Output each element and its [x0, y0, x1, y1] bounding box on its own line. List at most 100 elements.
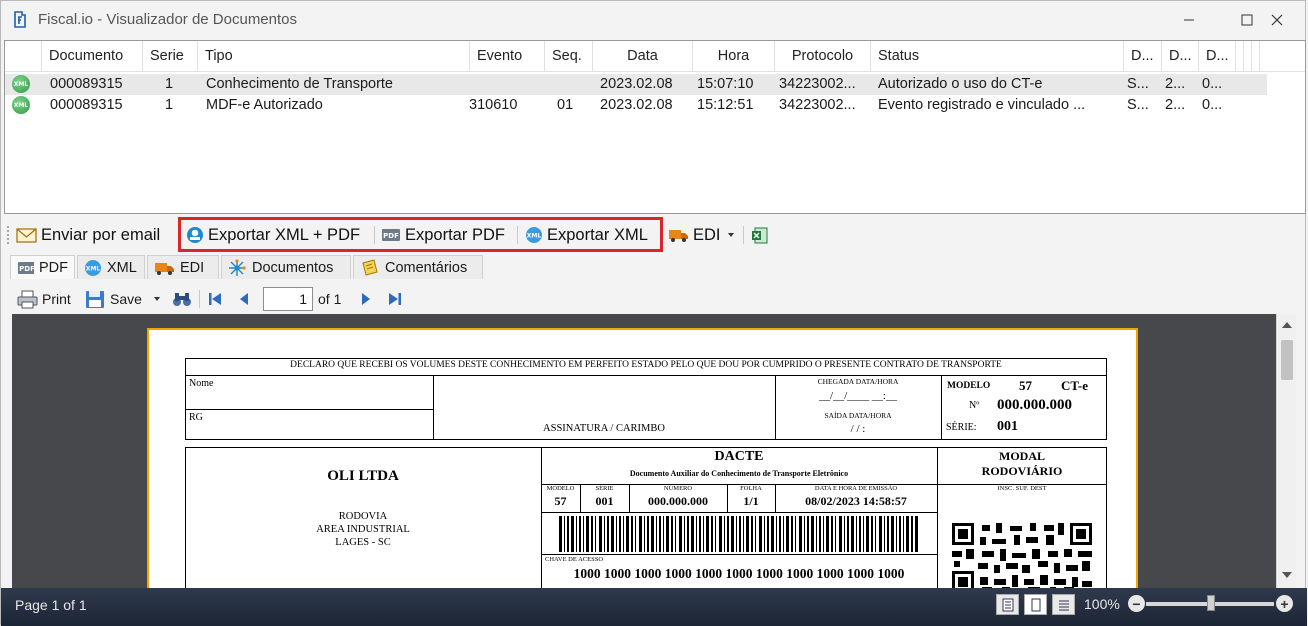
- print-label: Print: [42, 291, 71, 307]
- column-header-icon: [5, 41, 42, 72]
- previous-page-button[interactable]: [237, 289, 251, 309]
- column-header-data[interactable]: Data: [593, 41, 693, 72]
- cell-d3: 0...: [1202, 76, 1223, 92]
- insc-suf-label: INSC. SUF. DEST: [997, 485, 1047, 492]
- excel-export-button[interactable]: [751, 222, 768, 248]
- field-numero-value: 000.000.000: [648, 494, 708, 508]
- previous-page-icon: [240, 293, 248, 305]
- documents-grid[interactable]: Documento Serie Tipo Evento Seq. Data Ho…: [4, 40, 1306, 214]
- save-dropdown-button[interactable]: [152, 289, 162, 309]
- tab-documentos[interactable]: Documentos: [221, 255, 351, 279]
- scroll-up-icon[interactable]: [1281, 320, 1293, 330]
- zoom-out-button[interactable]: −: [1128, 595, 1145, 612]
- column-header-d2[interactable]: D...: [1162, 41, 1199, 72]
- grid-header: Documento Serie Tipo Evento Seq. Data Ho…: [5, 41, 1305, 72]
- scrollbar-thumb[interactable]: [1281, 340, 1293, 380]
- multi-page-icon: [1058, 600, 1069, 610]
- company-address-2: AREA INDUSTRIAL: [316, 524, 410, 535]
- column-header-tipo[interactable]: Tipo: [198, 41, 470, 72]
- cell-documento: 000089315: [50, 97, 123, 113]
- rule: [541, 554, 937, 555]
- last-page-icon: [389, 293, 401, 305]
- column-header-protocolo[interactable]: Protocolo: [775, 41, 871, 72]
- zoom-level: 100%: [1084, 596, 1120, 612]
- column-header-d1[interactable]: D...: [1124, 41, 1162, 72]
- continuous-view-button[interactable]: [1024, 594, 1047, 615]
- tab-xml[interactable]: XML XML: [77, 255, 145, 279]
- chegada-blank: __/__/____ __:__: [819, 390, 897, 402]
- edi-dropdown-button[interactable]: EDI: [668, 222, 737, 248]
- save-button[interactable]: Save: [85, 289, 142, 309]
- first-page-button[interactable]: [207, 289, 223, 309]
- xml-icon: XML: [12, 96, 30, 114]
- multi-page-view-button[interactable]: [1052, 594, 1075, 615]
- numero-value: 000.000.000: [997, 397, 1072, 413]
- rule: [941, 375, 942, 440]
- cell-seq: 01: [557, 97, 574, 113]
- send-email-label: Enviar por email: [41, 225, 161, 244]
- column-header-status[interactable]: Status: [871, 41, 1124, 72]
- find-button[interactable]: [172, 289, 192, 309]
- print-button[interactable]: Print: [17, 289, 71, 309]
- next-page-button[interactable]: [359, 289, 373, 309]
- printer-icon: [17, 290, 38, 308]
- tab-pdf[interactable]: PDF PDF: [10, 255, 75, 279]
- column-header-serie[interactable]: Serie: [143, 41, 198, 72]
- last-page-button[interactable]: [387, 289, 403, 309]
- column-header-extra: [1252, 41, 1260, 72]
- tab-edi-label: EDI: [180, 259, 205, 276]
- caret-down-icon: [154, 297, 160, 301]
- pdf-page: DECLARO QUE RECEBI OS VOLUMES DESTE CONH…: [147, 328, 1138, 590]
- cell-serie: 1: [165, 97, 174, 113]
- modal-label: MODAL: [999, 449, 1045, 463]
- dacte-title: DACTE: [714, 449, 764, 464]
- column-header-extra: [1236, 41, 1244, 72]
- rg-label: RG: [189, 412, 203, 423]
- viewer-vertical-scrollbar[interactable]: [1276, 314, 1296, 588]
- highlight-box: [178, 217, 663, 252]
- column-header-hora[interactable]: Hora: [693, 41, 775, 72]
- rule: [185, 409, 433, 410]
- page-view-icon: [1031, 598, 1040, 611]
- page-status: Page 1 of 1: [15, 597, 87, 613]
- zoom-slider-handle[interactable]: [1207, 595, 1215, 611]
- page-number-input[interactable]: 1: [263, 287, 313, 311]
- scroll-down-icon[interactable]: [1281, 570, 1293, 580]
- column-header-d3[interactable]: D...: [1199, 41, 1236, 72]
- cell-hora: 15:12:51: [697, 97, 754, 113]
- window-title: Fiscal.io - Visualizador de Documentos: [38, 11, 298, 28]
- cell-status: Autorizado o uso do CT-e: [878, 76, 1043, 92]
- cell-d1: S...: [1127, 97, 1149, 113]
- serie-value: 001: [997, 419, 1018, 434]
- column-header-evento[interactable]: Evento: [470, 41, 545, 72]
- cte-label: CT-e: [1061, 378, 1088, 393]
- column-header-documento[interactable]: Documento: [42, 41, 143, 72]
- svg-text:XML: XML: [86, 265, 101, 272]
- assinatura-label: ASSINATURA / CARIMBO: [543, 423, 665, 434]
- network-icon: [229, 258, 246, 276]
- save-label: Save: [110, 291, 142, 307]
- table-row[interactable]: XML 000089315 1 Conhecimento de Transpor…: [5, 74, 1267, 95]
- cell-d1: S...: [1127, 76, 1149, 92]
- field-modelo-value: 57: [554, 494, 567, 508]
- cell-status: Evento registrado e vinculado ...: [878, 97, 1086, 113]
- minimize-button[interactable]: [1160, 1, 1218, 39]
- tab-edi[interactable]: EDI: [147, 255, 219, 279]
- zoom-in-button[interactable]: +: [1276, 595, 1293, 612]
- cell-d2: 2...: [1165, 97, 1186, 113]
- single-page-view-button[interactable]: [996, 594, 1019, 615]
- cell-protocolo: 34223002...: [779, 76, 856, 92]
- table-row[interactable]: XML 000089315 1 MDF-e Autorizado 310610 …: [5, 95, 1267, 116]
- cell-documento: 000089315: [50, 76, 123, 92]
- chave-acesso-label: CHAVE DE ACESSO: [545, 556, 604, 563]
- cell-tipo: MDF-e Autorizado: [206, 97, 323, 113]
- binoculars-icon: [173, 293, 191, 306]
- tab-comentarios[interactable]: Comentários: [353, 255, 483, 279]
- field-folha-value: 1/1: [743, 494, 759, 508]
- toolbar-separator: [199, 290, 200, 308]
- viewer-toolbar: Print Save of 1: [1, 284, 1307, 314]
- column-header-seq[interactable]: Seq.: [545, 41, 593, 72]
- qr-code-image: [952, 523, 1092, 590]
- send-email-button[interactable]: Enviar por email: [16, 222, 160, 248]
- close-button[interactable]: [1248, 1, 1306, 39]
